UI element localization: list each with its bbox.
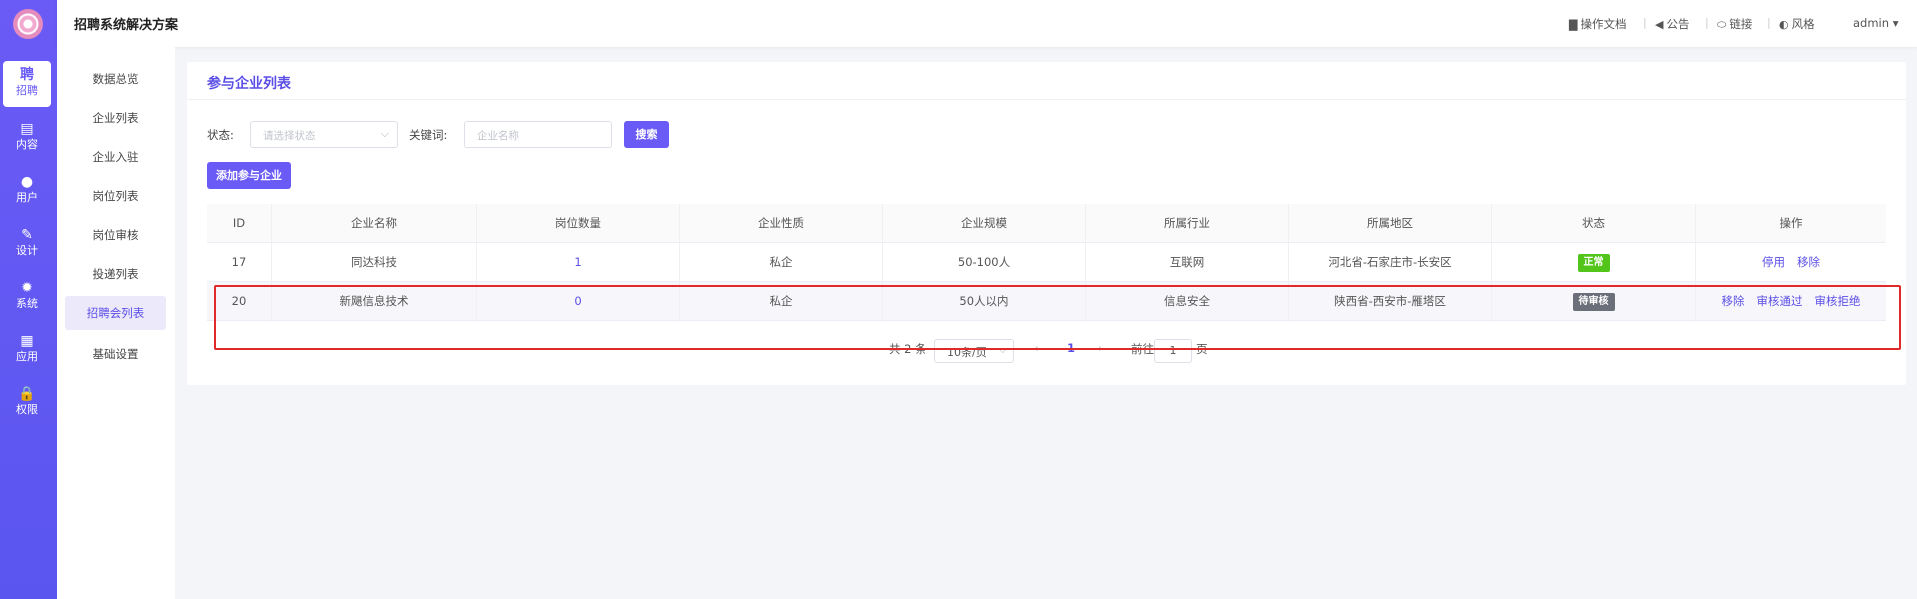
cell-status: 正常: [1492, 243, 1696, 282]
header-link-links[interactable]: ⬭ 链接: [1717, 16, 1752, 32]
status-select[interactable]: 请选择状态 ⌵: [250, 121, 398, 148]
document-icon: ▤: [20, 121, 34, 137]
column-header-region: 所属地区: [1289, 204, 1492, 243]
submenu-item-company-join[interactable]: 企业入驻: [65, 140, 166, 174]
recruit-icon: 聘: [20, 67, 34, 83]
cell-industry: 互联网: [1086, 243, 1289, 282]
divider: |: [1705, 16, 1709, 29]
divider: [187, 99, 1906, 100]
submenu-item-overview[interactable]: 数据总览: [65, 62, 166, 96]
rail-item-design[interactable]: ✎ 设计: [3, 221, 51, 267]
status-select-placeholder: 请选择状态: [263, 130, 316, 142]
column-header-scale: 企业规模: [883, 204, 1086, 243]
submenu-item-applications[interactable]: 投递列表: [65, 257, 166, 291]
rail-item-label: 系统: [16, 297, 38, 310]
rail-item-label: 应用: [16, 350, 38, 363]
highlight-box: [214, 285, 1901, 350]
submenu-item-job-review[interactable]: 岗位审核: [65, 218, 166, 252]
chevron-down-icon: ⌵: [380, 127, 389, 140]
keyword-input[interactable]: 企业名称: [464, 121, 612, 148]
header-link-notice[interactable]: ◀ 公告: [1655, 16, 1689, 32]
keyword-input-placeholder: 企业名称: [477, 130, 519, 142]
column-header-id: ID: [207, 204, 272, 243]
submenu-item-jobs[interactable]: 岗位列表: [65, 179, 166, 213]
rail-item-label: 内容: [16, 138, 38, 151]
column-header-name: 企业名称: [272, 204, 477, 243]
header-link-style[interactable]: ◐ 风格: [1779, 16, 1815, 32]
column-header-status: 状态: [1492, 204, 1696, 243]
column-header-jobs: 岗位数量: [477, 204, 680, 243]
lock-icon: 🔒: [18, 386, 36, 402]
column-header-actions: 操作: [1779, 216, 1803, 230]
keyword-filter-label: 关键词:: [409, 128, 448, 142]
rail-item-recruit[interactable]: 聘 招聘: [3, 61, 51, 107]
gear-icon: ✹: [21, 280, 33, 296]
column-header-industry: 所属行业: [1086, 204, 1289, 243]
submenu-item-settings[interactable]: 基础设置: [65, 337, 166, 371]
user-icon: ●: [20, 174, 34, 190]
username: admin: [1853, 16, 1890, 30]
apps-icon: ▦: [20, 333, 34, 349]
search-button[interactable]: 搜索: [624, 121, 669, 148]
rail-item-system[interactable]: ✹ 系统: [3, 274, 51, 320]
rail-item-label: 权限: [16, 403, 38, 416]
status-filter-label: 状态:: [207, 128, 234, 142]
speaker-icon: ◀: [1655, 18, 1664, 31]
status-badge: 正常: [1577, 253, 1610, 272]
sub-menu: 数据总览 企业列表 企业入驻 岗位列表 岗位审核 投递列表 招聘会列表 基础设置: [57, 47, 175, 599]
divider: |: [1643, 16, 1647, 29]
table-header-row: ID 企业名称 岗位数量 企业性质 企业规模 所属行业 所属地区 状态 操作: [207, 204, 1886, 243]
app-logo[interactable]: [13, 9, 43, 39]
rail-item-label: 招聘: [16, 84, 38, 97]
brush-icon: ✎: [21, 227, 33, 243]
top-header: 招聘系统解决方案 ▇ 操作文档 | ◀ 公告 | ⬭ 链接 | ◐ 风格 admin ▾: [57, 0, 1917, 47]
rail-item-content[interactable]: ▤ 内容: [3, 115, 51, 161]
disable-link[interactable]: 停用: [1762, 255, 1785, 269]
cell-actions: 停用 移除: [1696, 243, 1886, 282]
remove-link[interactable]: 移除: [1797, 255, 1820, 269]
rail-item-label: 设计: [16, 244, 38, 257]
add-participant-button[interactable]: 添加参与企业: [207, 162, 291, 189]
cell-job-count-link[interactable]: 1: [477, 243, 680, 282]
page-title: 参与企业列表: [207, 76, 291, 92]
divider: |: [1767, 16, 1771, 29]
header-link-docs[interactable]: ▇ 操作文档: [1569, 16, 1626, 32]
submenu-item-job-fairs[interactable]: 招聘会列表: [65, 296, 166, 330]
cell-region: 河北省-石家庄市-长安区: [1289, 243, 1492, 282]
cell-nature: 私企: [680, 243, 883, 282]
rail-item-label: 用户: [16, 191, 38, 204]
palette-icon: ◐: [1779, 18, 1789, 31]
book-icon: ▇: [1569, 18, 1578, 31]
main-nav-rail: 聘 招聘 ▤ 内容 ● 用户 ✎ 设计 ✹ 系统 ▦ 应用 🔒 权限: [0, 0, 57, 599]
user-menu[interactable]: admin ▾: [1853, 16, 1898, 30]
app-title: 招聘系统解决方案: [74, 18, 179, 33]
rail-item-permissions[interactable]: 🔒 权限: [3, 380, 51, 426]
submenu-item-companies[interactable]: 企业列表: [65, 101, 166, 135]
link-icon: ⬭: [1717, 18, 1727, 31]
rail-item-users[interactable]: ● 用户: [3, 168, 51, 214]
cell-scale: 50-100人: [883, 243, 1086, 282]
chevron-down-icon: ▾: [1892, 16, 1899, 30]
table-row: 17 同达科技 1 私企 50-100人 互联网 河北省-石家庄市-长安区 正常…: [207, 243, 1886, 282]
cell-id: 17: [207, 243, 272, 282]
cell-company-name: 同达科技: [272, 243, 477, 282]
column-header-nature: 企业性质: [680, 204, 883, 243]
rail-item-apps[interactable]: ▦ 应用: [3, 327, 51, 373]
